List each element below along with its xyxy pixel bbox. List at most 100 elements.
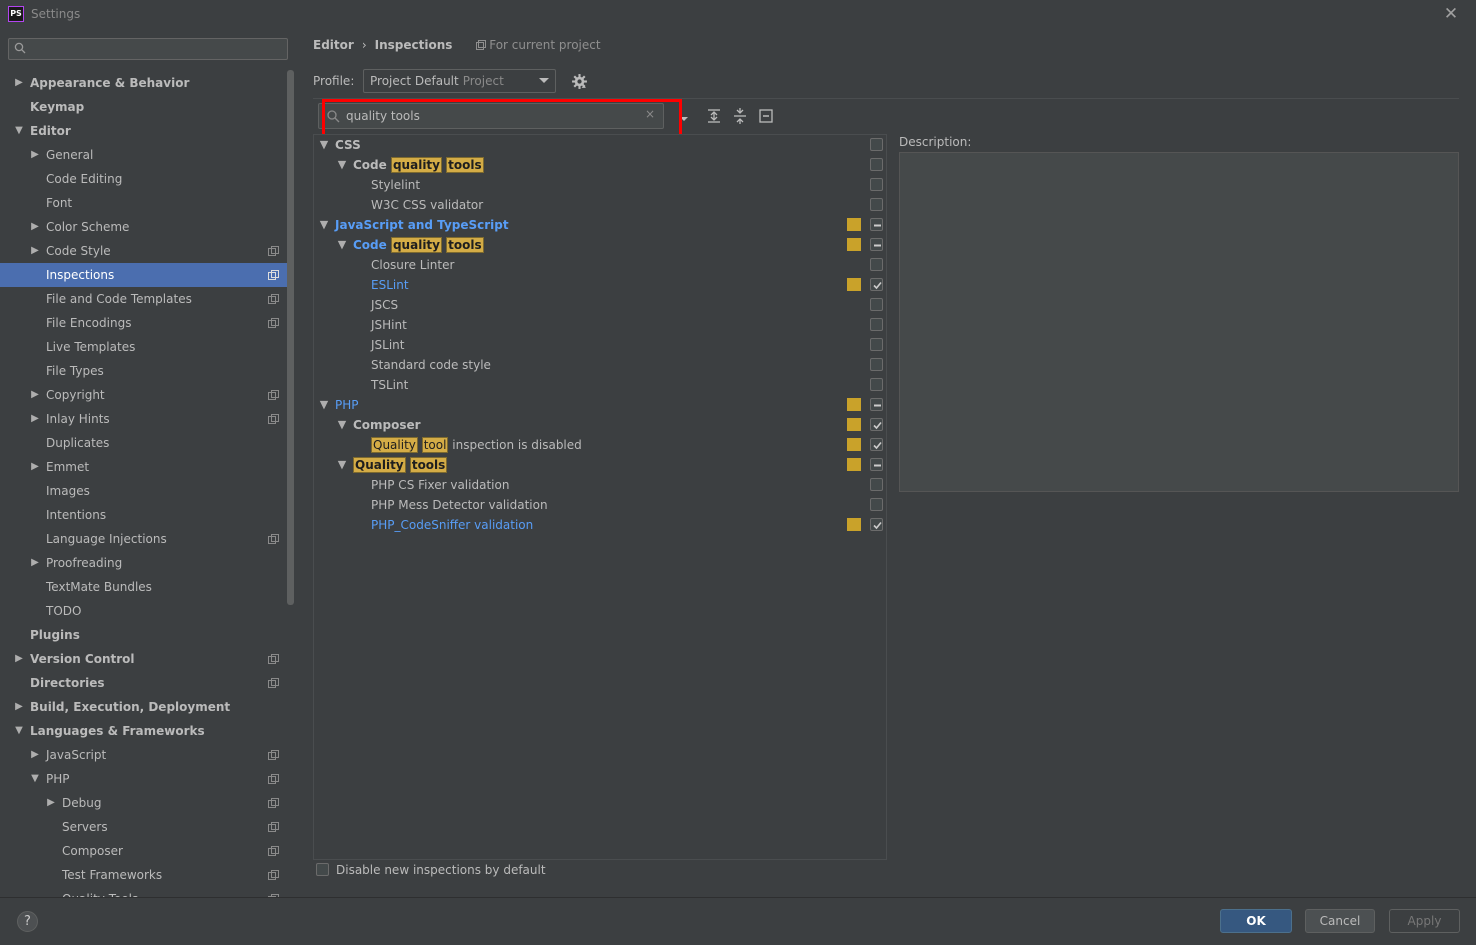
expanded-arrow-icon[interactable]: ▼ — [318, 395, 330, 415]
sidebar-item-debug[interactable]: ▶ Debug — [0, 791, 288, 815]
sidebar-item-language-injections[interactable]: Language Injections — [0, 527, 288, 551]
sidebar-item-appearance-behavior[interactable]: ▶ Appearance & Behavior — [0, 71, 288, 95]
sidebar-item-todo[interactable]: TODO — [0, 599, 288, 623]
inspection-enabled-checkbox[interactable] — [870, 378, 883, 391]
sidebar-item-inspections[interactable]: Inspections — [0, 263, 288, 287]
sidebar-item-directories[interactable]: Directories — [0, 671, 288, 695]
inspection-row[interactable]: ESLint — [314, 275, 886, 295]
inspection-enabled-checkbox[interactable] — [870, 158, 883, 171]
expanded-arrow-icon[interactable]: ▼ — [336, 155, 348, 175]
inspection-row[interactable]: ▼ PHP — [314, 395, 886, 415]
inspection-row[interactable]: JSLint — [314, 335, 886, 355]
inspection-row[interactable]: Standard code style — [314, 355, 886, 375]
collapsed-arrow-icon[interactable]: ▶ — [30, 743, 40, 767]
sidebar-item-editor[interactable]: ▼ Editor — [0, 119, 288, 143]
inspection-row[interactable]: Quality tool inspection is disabled — [314, 435, 886, 455]
inspection-enabled-checkbox[interactable] — [870, 338, 883, 351]
expanded-arrow-icon[interactable]: ▼ — [30, 767, 40, 791]
sidebar-item-code-editing[interactable]: Code Editing — [0, 167, 288, 191]
sidebar-item-file-types[interactable]: File Types — [0, 359, 288, 383]
inspection-enabled-checkbox[interactable] — [870, 418, 883, 431]
sidebar-scrollbar[interactable] — [287, 70, 294, 605]
disable-new-inspections-checkbox[interactable] — [316, 863, 329, 876]
inspection-filter-input[interactable] — [346, 107, 636, 125]
sidebar-item-build-execution-deployment[interactable]: ▶ Build, Execution, Deployment — [0, 695, 288, 719]
sidebar-item-copyright[interactable]: ▶ Copyright — [0, 383, 288, 407]
inspection-row[interactable]: PHP CS Fixer validation — [314, 475, 886, 495]
sidebar-item-plugins[interactable]: Plugins — [0, 623, 288, 647]
collapsed-arrow-icon[interactable]: ▶ — [14, 647, 24, 671]
inspection-row[interactable]: W3C CSS validator — [314, 195, 886, 215]
disable-new-inspections-label[interactable]: Disable new inspections by default — [336, 863, 546, 877]
inspection-enabled-checkbox[interactable] — [870, 478, 883, 491]
expanded-arrow-icon[interactable]: ▼ — [318, 135, 330, 155]
inspection-enabled-checkbox[interactable] — [870, 138, 883, 151]
inspection-enabled-checkbox[interactable] — [870, 198, 883, 211]
apply-button[interactable]: Apply — [1389, 909, 1460, 933]
sidebar-item-code-style[interactable]: ▶ Code Style — [0, 239, 288, 263]
sidebar-item-file-encodings[interactable]: File Encodings — [0, 311, 288, 335]
inspection-enabled-checkbox[interactable] — [870, 458, 883, 471]
sidebar-item-duplicates[interactable]: Duplicates — [0, 431, 288, 455]
inspection-enabled-checkbox[interactable] — [870, 178, 883, 191]
inspection-row[interactable]: PHP Mess Detector validation — [314, 495, 886, 515]
inspection-row[interactable]: ▼ CSS — [314, 135, 886, 155]
inspection-enabled-checkbox[interactable] — [870, 238, 883, 251]
inspection-enabled-checkbox[interactable] — [870, 278, 883, 291]
sidebar-item-images[interactable]: Images — [0, 479, 288, 503]
sidebar-item-php[interactable]: ▼ PHP — [0, 767, 288, 791]
inspection-row[interactable]: Closure Linter — [314, 255, 886, 275]
collapsed-arrow-icon[interactable]: ▶ — [30, 215, 40, 239]
sidebar-item-javascript[interactable]: ▶ JavaScript — [0, 743, 288, 767]
collapsed-arrow-icon[interactable]: ▶ — [30, 407, 40, 431]
expanded-arrow-icon[interactable]: ▼ — [336, 455, 348, 475]
collapsed-arrow-icon[interactable]: ▶ — [30, 455, 40, 479]
expanded-arrow-icon[interactable]: ▼ — [14, 119, 24, 143]
inspection-enabled-checkbox[interactable] — [870, 518, 883, 531]
inspection-row[interactable]: JSHint — [314, 315, 886, 335]
sidebar-item-live-templates[interactable]: Live Templates — [0, 335, 288, 359]
collapsed-arrow-icon[interactable]: ▶ — [46, 791, 56, 815]
inspection-enabled-checkbox[interactable] — [870, 358, 883, 371]
close-window-button[interactable]: ✕ — [1443, 4, 1459, 24]
inspection-enabled-checkbox[interactable] — [870, 498, 883, 511]
sidebar-item-textmate-bundles[interactable]: TextMate Bundles — [0, 575, 288, 599]
sidebar-item-inlay-hints[interactable]: ▶ Inlay Hints — [0, 407, 288, 431]
expanded-arrow-icon[interactable]: ▼ — [318, 215, 330, 235]
cancel-button[interactable]: Cancel — [1305, 909, 1375, 933]
collapsed-arrow-icon[interactable]: ▶ — [30, 383, 40, 407]
ok-button[interactable]: OK — [1220, 909, 1292, 933]
inspection-enabled-checkbox[interactable] — [870, 218, 883, 231]
inspection-row[interactable]: ▼ Code quality tools — [314, 235, 886, 255]
inspection-row[interactable]: Stylelint — [314, 175, 886, 195]
sidebar-item-languages-frameworks[interactable]: ▼ Languages & Frameworks — [0, 719, 288, 743]
collapsed-arrow-icon[interactable]: ▶ — [30, 551, 40, 575]
clear-filter-icon[interactable]: × — [645, 107, 655, 121]
inspection-row[interactable]: TSLint — [314, 375, 886, 395]
settings-search-field[interactable] — [8, 38, 288, 60]
inspection-row[interactable]: ▼ Composer — [314, 415, 886, 435]
sidebar-item-keymap[interactable]: Keymap — [0, 95, 288, 119]
sidebar-item-color-scheme[interactable]: ▶ Color Scheme — [0, 215, 288, 239]
inspection-enabled-checkbox[interactable] — [870, 298, 883, 311]
inspection-enabled-checkbox[interactable] — [870, 258, 883, 271]
collapsed-arrow-icon[interactable]: ▶ — [14, 71, 24, 95]
sidebar-item-servers[interactable]: Servers — [0, 815, 288, 839]
collapsed-arrow-icon[interactable]: ▶ — [14, 695, 24, 719]
help-button[interactable]: ? — [17, 911, 38, 932]
collapse-all-icon[interactable] — [731, 107, 749, 125]
inspection-row[interactable]: PHP_CodeSniffer validation — [314, 515, 886, 535]
expanded-arrow-icon[interactable]: ▼ — [14, 719, 24, 743]
inspection-filter-field[interactable]: × — [318, 103, 664, 129]
sidebar-item-file-and-code-templates[interactable]: File and Code Templates — [0, 287, 288, 311]
expand-all-icon[interactable] — [705, 107, 723, 125]
sidebar-item-test-frameworks[interactable]: Test Frameworks — [0, 863, 288, 887]
inspection-row[interactable]: ▼ JavaScript and TypeScript — [314, 215, 886, 235]
expanded-arrow-icon[interactable]: ▼ — [336, 415, 348, 435]
inspection-row[interactable]: ▼ Quality tools — [314, 455, 886, 475]
sidebar-item-composer[interactable]: Composer — [0, 839, 288, 863]
sidebar-item-emmet[interactable]: ▶ Emmet — [0, 455, 288, 479]
sidebar-item-font[interactable]: Font — [0, 191, 288, 215]
settings-search-input[interactable] — [33, 40, 283, 58]
expanded-arrow-icon[interactable]: ▼ — [336, 235, 348, 255]
